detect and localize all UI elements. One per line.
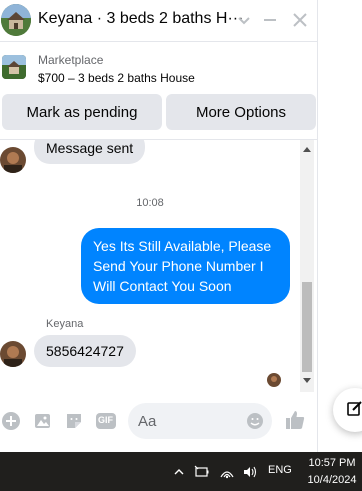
chat-header: Keyana · 3 beds 2 baths H··· [0,0,318,42]
photo-icon[interactable] [31,410,53,432]
message-line: Yes Its Still Available, Please [93,238,272,254]
scrollbar-thumb[interactable] [302,282,312,372]
chevron-down-icon[interactable] [232,8,256,32]
message-composer: GIF [0,398,318,446]
volume-icon[interactable] [241,463,259,481]
chat-window: Keyana · 3 beds 2 baths H··· Marketplace… [0,0,318,452]
listing-actions: Mark as pending More Options [0,92,318,132]
message-line: Will Contact You Soon [93,278,232,294]
sticker-icon[interactable] [63,410,85,432]
chevron-up-icon[interactable] [170,463,188,481]
battery-icon[interactable] [193,463,211,481]
wifi-icon[interactable] [218,463,236,481]
minimize-icon[interactable] [258,8,282,32]
avatar[interactable] [0,341,26,367]
scroll-up-arrow[interactable] [303,147,311,152]
listing-info[interactable]: Marketplace $700 – 3 beds 2 baths House [0,43,318,91]
taskbar: ENG 10:57 PM 10/4/2024 [0,452,362,491]
message-timestamp: 10:08 [136,197,164,209]
gif-label: GIF [98,415,113,425]
clock-date[interactable]: 10/4/2024 [306,474,358,486]
message-bubble-incoming[interactable]: 5856424727 [34,335,136,367]
listing-source-label: Marketplace [38,53,104,67]
avatar[interactable] [1,4,31,36]
seen-avatar-icon [267,373,281,387]
message-bubble-outgoing[interactable]: Yes Its Still Available, Please Send You… [81,228,290,304]
gif-icon[interactable]: GIF [95,410,117,432]
more-options-button[interactable]: More Options [166,94,316,130]
mark-as-pending-button[interactable]: Mark as pending [2,94,162,130]
scroll-down-arrow[interactable] [303,378,311,383]
new-message-button[interactable] [333,388,362,432]
like-thumb-icon[interactable] [284,409,306,431]
language-indicator[interactable]: ENG [268,464,292,476]
compose-icon [347,400,362,421]
sender-name: Keyana [46,318,84,330]
plus-circle-icon[interactable] [0,410,22,432]
message-line: Send Your Phone Number I [93,258,264,274]
emoji-icon[interactable] [244,410,266,432]
message-bubble-incoming[interactable]: Message sent [34,140,146,164]
thread-scrollbar[interactable] [300,140,314,392]
clock-time[interactable]: 10:57 PM [306,457,358,469]
listing-thumbnail [2,55,26,79]
chat-title[interactable]: Keyana · 3 beds 2 baths H··· [38,10,243,28]
message-thread[interactable]: Message sent 10:08 Yes Its Still Availab… [0,140,300,392]
close-icon[interactable] [288,8,312,32]
listing-description: $700 – 3 beds 2 baths House [38,71,195,85]
avatar[interactable] [0,147,26,173]
